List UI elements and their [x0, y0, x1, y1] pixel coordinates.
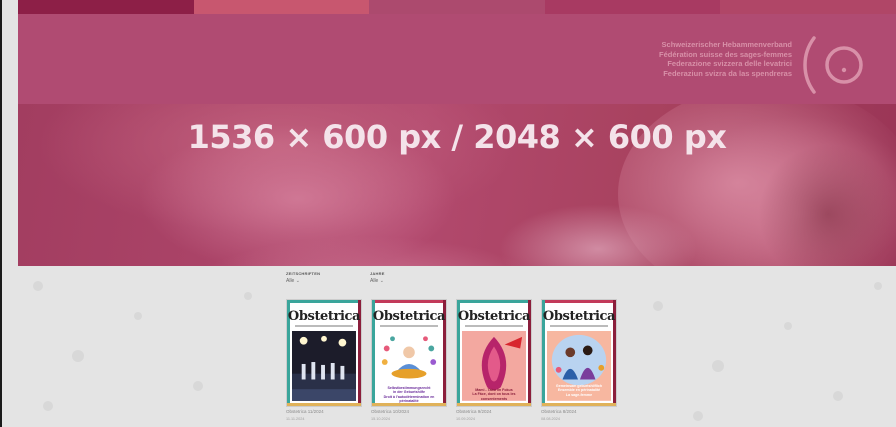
caption-title: Obstetrica 11/2024 — [286, 409, 324, 414]
chevron-down-icon: ⌄ — [379, 278, 384, 284]
site-header: Schweizerischer Hebammenverband Fédérati… — [18, 14, 896, 104]
color-tab — [544, 0, 721, 14]
magazine-cover[interactable]: Obstetrica Gemeinsam geburtshilflich Ens… — [541, 299, 617, 407]
cover-accent — [542, 300, 616, 303]
org-names: Schweizerischer Hebammenverband Fédérati… — [659, 40, 792, 78]
cover-caption[interactable]: Obstetrica 11/2024 11.11.2024 — [286, 409, 362, 421]
cover-caption[interactable]: Obstetrica 10/2024 15.10.2024 — [371, 409, 447, 421]
cover-headline-line: La sage-femme — [565, 392, 593, 397]
filter-bar: ZEITSCHRIFTEN Alle ⌄ JAHRE Alle ⌄ — [286, 271, 414, 284]
sshv-logo-icon[interactable] — [800, 32, 868, 98]
filter-select[interactable]: Alle ⌄ — [286, 278, 330, 284]
cover-accent — [542, 403, 616, 406]
caption-date: 08.08.2024 — [541, 417, 561, 421]
cover-headline-line: La Fâce, dont on tous les consentements — [472, 392, 516, 401]
cover-subtitle-line — [380, 325, 438, 327]
filter-value: Alle — [286, 278, 295, 284]
filter-value: Alle — [370, 278, 379, 284]
cover-headline-line: Droit à l'autodétermination en périnatal… — [383, 394, 435, 404]
top-color-tabs — [18, 0, 896, 14]
caption-title: Obstetrica 8/2024 — [541, 409, 577, 414]
cover-accent — [287, 403, 361, 406]
magazine-cover[interactable]: Obstetrica Selbstbestimmungsrecht in der… — [371, 299, 447, 407]
org-name-rm: Federaziun svizra da las spendreras — [663, 68, 792, 78]
hero-title: 1536 × 600 px / 2048 × 600 px — [187, 118, 727, 156]
filter-journals[interactable]: ZEITSCHRIFTEN Alle ⌄ — [286, 271, 330, 284]
cover-brand: Obstetrica — [372, 309, 446, 324]
cover-accent — [457, 300, 531, 303]
color-tab — [18, 0, 194, 14]
magazine-cover[interactable]: Obstetrica — [286, 299, 362, 407]
color-tab — [193, 0, 370, 14]
cover-accent — [457, 403, 531, 406]
cover-subtitle-line — [550, 325, 608, 327]
filter-select[interactable]: Alle ⌄ — [370, 278, 414, 284]
chevron-down-icon: ⌄ — [295, 278, 300, 284]
cover-headline: Mami - Tabu im Fokus La Fâce, dont on to… — [463, 388, 525, 401]
cover-headline: Gemeinsam geburtshilflich Ensemble en pé… — [548, 384, 610, 397]
cover-caption[interactable]: Obstetrica 8/2024 08.08.2024 — [541, 409, 617, 421]
filter-label: ZEITSCHRIFTEN — [286, 271, 321, 276]
org-name-de: Schweizerischer Hebammenverband — [661, 40, 792, 49]
filter-years[interactable]: JAHRE Alle ⌄ — [370, 271, 414, 284]
cover-brand: Obstetrica — [542, 309, 616, 324]
cover-accent — [287, 300, 361, 303]
cover-brand: Obstetrica — [287, 309, 361, 324]
concert-photo-icon — [292, 331, 356, 401]
cover-subtitle-line — [295, 325, 353, 327]
caption-title: Obstetrica 10/2024 — [371, 409, 410, 414]
org-name-fr: Fédération suisse des sages-femmes — [659, 49, 792, 59]
magazine-cover[interactable]: Obstetrica Mami - Tabu im Fokus La Fâce,… — [456, 299, 532, 407]
cover-caption[interactable]: Obstetrica 9/2024 10.09.2024 — [456, 409, 532, 421]
caption-date: 11.11.2024 — [286, 417, 305, 421]
cover-subtitle-line — [465, 325, 523, 327]
cover-grid: Obstetrica Obstetrica Selbstbestimmungsr… — [286, 299, 617, 407]
color-tab — [369, 0, 545, 14]
caption-date: 10.09.2024 — [456, 417, 476, 421]
org-name-it: Federazione svizzera delle levatrici — [667, 59, 792, 68]
cover-captions: Obstetrica 11/2024 11.11.2024 Obstetrica… — [286, 409, 617, 421]
caption-date: 15.10.2024 — [371, 417, 391, 421]
cover-headline: Selbstbestimmungsrecht in der Geburtshil… — [378, 386, 440, 404]
cover-brand: Obstetrica — [457, 309, 531, 324]
color-tab — [720, 0, 896, 14]
caption-title: Obstetrica 9/2024 — [456, 409, 492, 414]
filter-label: JAHRE — [370, 271, 385, 276]
hero-banner: 1536 × 600 px / 2048 × 600 px — [18, 104, 896, 266]
cover-accent — [372, 300, 446, 303]
